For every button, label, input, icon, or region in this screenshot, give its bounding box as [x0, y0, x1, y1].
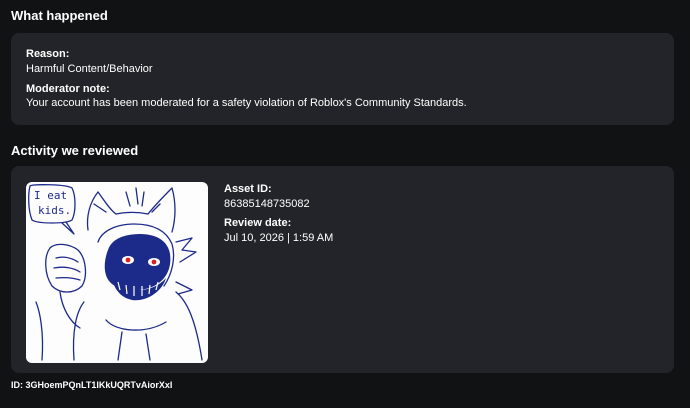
asset-sketch-illustration: I eat kids. — [28, 184, 203, 361]
moderator-note-value: Your account has been moderated for a sa… — [26, 97, 467, 109]
moderation-id-text: ID: 3GHoemPQnLT1lKkUQRTvAiorXxI — [11, 380, 173, 390]
reason-label: Reason: — [26, 48, 70, 60]
activity-reviewed-card: I eat kids. Asset ID: 86385148735082 Rev… — [11, 166, 674, 373]
svg-text:I eat: I eat — [34, 189, 67, 202]
asset-image: I eat kids. — [26, 182, 208, 363]
asset-id-value: 86385148735082 — [224, 198, 310, 210]
svg-text:kids.: kids. — [38, 204, 71, 217]
what-happened-heading: What happened — [11, 8, 108, 23]
reason-value: Harmful Content/Behavior — [26, 63, 153, 75]
review-date-label: Review date: — [224, 217, 292, 229]
asset-id-label: Asset ID: — [224, 183, 272, 195]
activity-reviewed-heading: Activity we reviewed — [11, 143, 139, 158]
review-date-value: Jul 10, 2026 | 1:59 AM — [224, 232, 334, 244]
what-happened-card: Reason: Harmful Content/Behavior Moderat… — [11, 33, 674, 125]
moderator-note-label: Moderator note: — [26, 83, 110, 95]
